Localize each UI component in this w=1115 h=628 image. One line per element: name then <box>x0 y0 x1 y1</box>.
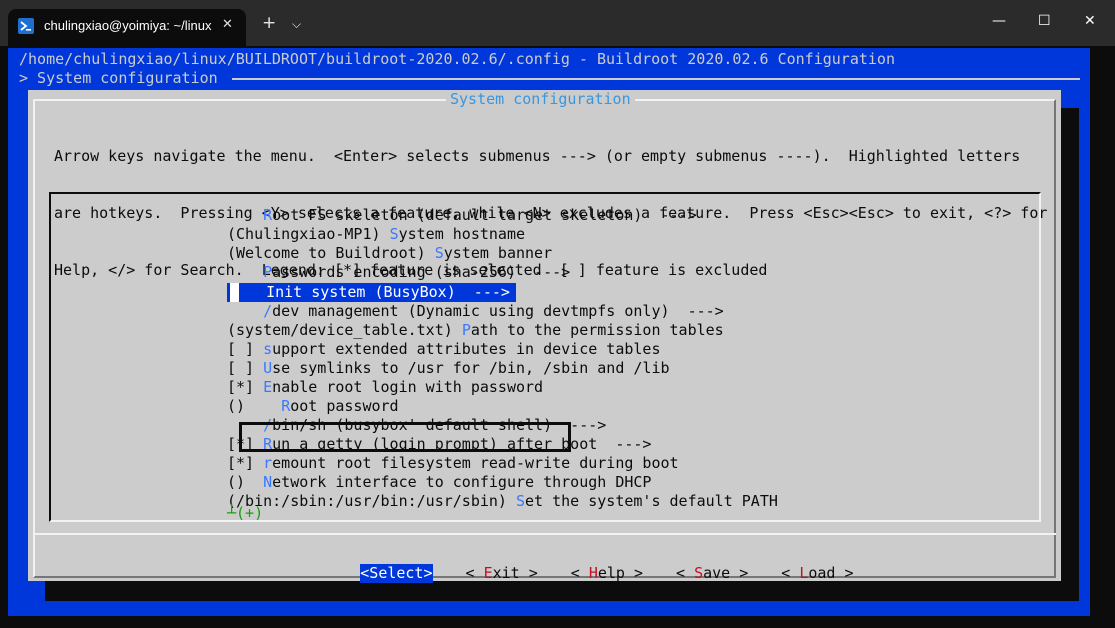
menu-list: Root FS skeleton (default target skeleto… <box>227 206 778 511</box>
new-tab-button[interactable]: + <box>262 13 276 33</box>
breadcrumb-rule <box>232 78 1080 80</box>
maximize-button[interactable]: ☐ <box>1038 11 1051 31</box>
help-line: Arrow keys navigate the menu. <Enter> se… <box>54 147 1021 165</box>
menu-item-prefix: (Welcome to Buildroot) <box>227 244 435 262</box>
select-button[interactable]: <Select> <box>360 564 433 583</box>
tab-close-icon[interactable]: ✕ <box>222 17 233 33</box>
load-button[interactable]: < Load > <box>781 564 853 583</box>
terminal-tab[interactable]: chulingxiao@yoimiya: ~/linux ✕ <box>8 9 246 46</box>
menu-item-label: ystem banner <box>443 244 553 262</box>
tab-dropdown-chevron-icon[interactable]: ⌵ <box>292 14 301 34</box>
menu-item-hotkey: S <box>434 244 444 262</box>
menu-item-label: ystem hostname <box>398 225 526 243</box>
menu-item-hotkey: R <box>263 435 273 453</box>
selection-cursor <box>230 283 239 302</box>
dialog-title: System configuration <box>446 90 635 109</box>
menu-item[interactable]: [*] Enable root login with password <box>227 378 778 397</box>
menu-item-label: nit system (BusyBox) ---> <box>275 283 510 301</box>
menu-item-label: dev management (Dynamic using devtmpfs o… <box>272 302 724 320</box>
help-button[interactable]: < Help > <box>571 564 643 583</box>
menu-item-label: bin/sh (busybox' default shell) ---> <box>272 416 607 434</box>
menu-item-prefix: [*] <box>227 378 264 396</box>
menu-item-prefix: [*] <box>227 454 264 472</box>
menu-item[interactable]: [*] remount root filesystem read-write d… <box>227 454 778 473</box>
menu-item-prefix: [ ] <box>227 359 264 377</box>
menu-item-label: se symlinks to /usr for /bin, /sbin and … <box>272 359 670 377</box>
menu-item-label: nable root login with password <box>272 378 544 396</box>
menu-item[interactable]: (Chulingxiao-MP1) System hostname <box>227 225 778 244</box>
menu-item-prefix: [*] <box>227 435 264 453</box>
menu-item[interactable]: (Welcome to Buildroot) System banner <box>227 244 778 263</box>
menu-item[interactable]: (/bin:/sbin:/usr/bin:/usr/sbin) Set the … <box>227 492 778 511</box>
menu-item-label: oot password <box>290 397 399 415</box>
menu-item-prefix: [ ] <box>227 340 264 358</box>
menu-item-hotkey: P <box>263 263 273 281</box>
menu-item-prefix <box>227 206 263 224</box>
menu-item[interactable]: () Root password <box>227 397 778 416</box>
menu-item-prefix: () <box>227 397 282 415</box>
menuconfig-background: /home/chulingxiao/linux/BUILDROOT/buildr… <box>8 48 1090 616</box>
button-row: <Select> < Exit > < Help > < Save > < Load > <box>288 545 854 602</box>
menu-item-label: et the system's default PATH <box>525 492 778 510</box>
menu-item-hotkey: R <box>281 397 291 415</box>
menu-item-hotkey: N <box>263 473 273 491</box>
menu-item-hotkey: / <box>263 302 273 320</box>
title-bar: chulingxiao@yoimiya: ~/linux ✕ + ⌵ — ☐ ✕ <box>0 0 1115 46</box>
menu-item[interactable]: Root FS skeleton (default target skeleto… <box>227 206 778 225</box>
terminal-area[interactable]: /home/chulingxiao/linux/BUILDROOT/buildr… <box>8 46 1090 628</box>
menu-item[interactable]: /bin/sh (busybox' default shell) ---> <box>227 416 778 435</box>
menu-item[interactable]: (system/device_table.txt) Path to the pe… <box>227 321 778 340</box>
menu-item-hotkey: U <box>263 359 273 377</box>
menu-item-prefix: (Chulingxiao-MP1) <box>227 225 390 243</box>
menu-item-label: oot FS skeleton (default target skeleton… <box>272 206 697 224</box>
menu-item-label: asswords encoding (sha-256) ---> <box>272 263 571 281</box>
menu-item-hotkey: R <box>263 206 273 224</box>
minimize-button[interactable]: — <box>992 11 1006 31</box>
menu-item-selected[interactable]: Init system (BusyBox) ---> <box>227 283 516 302</box>
close-window-button[interactable]: ✕ <box>1084 11 1096 31</box>
menu-item-prefix: (/bin:/sbin:/usr/bin:/usr/sbin) <box>227 492 516 510</box>
menu-item-prefix: () <box>227 473 264 491</box>
menu-item-prefix <box>227 302 263 320</box>
menu-item-prefix <box>239 283 266 301</box>
menu-item[interactable]: [ ] Use symlinks to /usr for /bin, /sbin… <box>227 359 778 378</box>
menu-item[interactable]: Passwords encoding (sha-256) ---> <box>227 263 778 282</box>
button-separator <box>33 533 1056 535</box>
powershell-icon <box>18 18 34 34</box>
exit-button[interactable]: < Exit > <box>466 564 538 583</box>
menu-item-hotkey: E <box>263 378 273 396</box>
more-items-indicator: ┴(+) <box>227 504 264 522</box>
menu-item[interactable]: [ ] support extended attributes in devic… <box>227 340 778 359</box>
menu-item-prefix: (system/device_table.txt) <box>227 321 462 339</box>
save-button[interactable]: < Save > <box>676 564 748 583</box>
menu-item[interactable]: [*] Run a getty (login prompt) after boo… <box>227 435 778 454</box>
menu-item-hotkey: S <box>515 492 526 510</box>
menu-item-hotkey: r <box>263 454 273 472</box>
config-path: /home/chulingxiao/linux/BUILDROOT/buildr… <box>19 50 895 68</box>
menu-item-hotkey: P <box>461 321 471 339</box>
menu-item[interactable]: () Network interface to configure throug… <box>227 473 778 492</box>
menu-item-hotkey: I <box>266 283 276 301</box>
config-dialog: System configuration Arrow keys navigate… <box>28 90 1061 583</box>
menu-item-label: etwork interface to configure through DH… <box>272 473 652 491</box>
menu-item-hotkey: s <box>263 340 273 358</box>
menu-item-prefix <box>227 416 263 434</box>
menu-item-label: upport extended attributes in device tab… <box>272 340 661 358</box>
menu-item-hotkey: S <box>389 225 399 243</box>
menu-item-label: ath to the permission tables <box>470 321 724 339</box>
menu-box: Root FS skeleton (default target skeleto… <box>49 192 1041 522</box>
tab-title: chulingxiao@yoimiya: ~/linux <box>44 18 212 33</box>
menu-item-label: un a getty (login prompt) after boot ---… <box>272 435 652 453</box>
menu-item-label: emount root filesystem read-write during… <box>272 454 679 472</box>
menu-item-hotkey: / <box>263 416 273 434</box>
menu-item-prefix <box>227 263 263 281</box>
menu-item[interactable]: /dev management (Dynamic using devtmpfs … <box>227 302 778 321</box>
breadcrumb: > System configuration <box>19 69 218 87</box>
